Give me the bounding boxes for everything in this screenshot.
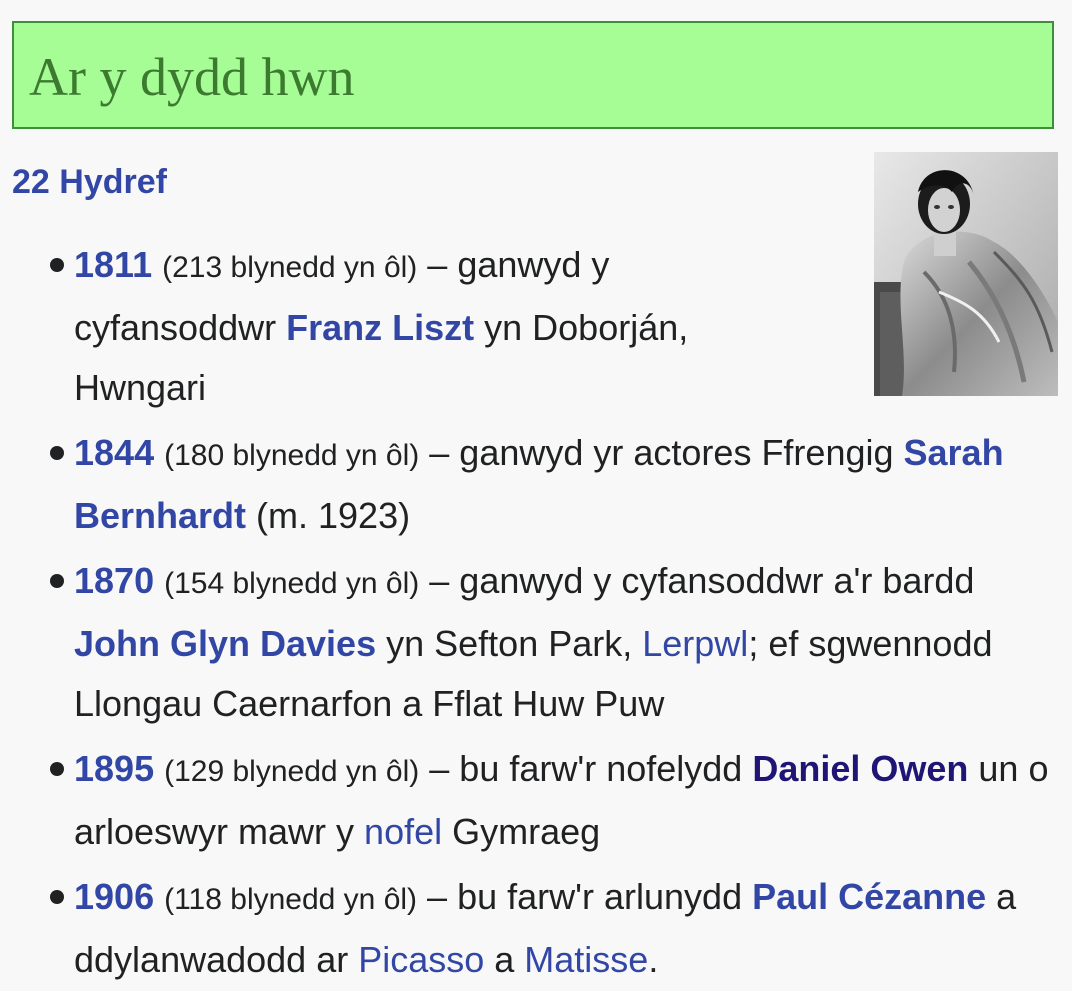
event-text: (m. 1923) xyxy=(246,495,411,536)
event-text: yn Sefton Park, xyxy=(376,623,643,664)
list-item: 1844 (180 blynedd yn ôl) – ganwyd yr act… xyxy=(46,423,1066,546)
years-ago-text: (180 blynedd yn ôl) xyxy=(164,439,420,472)
bullet-icon xyxy=(50,446,64,460)
event-text: a xyxy=(484,939,525,980)
events-list: 1811 (213 blynedd yn ôl) – ganwyd y cyfa… xyxy=(46,235,1066,991)
years-ago-text: (129 blynedd yn ôl) xyxy=(164,755,420,788)
event-text: – ganwyd y cyfansoddwr a'r bardd xyxy=(419,560,975,601)
year-link[interactable]: 1811 xyxy=(74,244,152,285)
person-link-daniel-owen[interactable]: Daniel Owen xyxy=(752,748,968,789)
person-link-paul-cezanne[interactable]: Paul Cézanne xyxy=(752,876,986,917)
person-link-picasso[interactable]: Picasso xyxy=(358,939,484,980)
list-item: 1811 (213 blynedd yn ôl) – ganwyd y cyfa… xyxy=(46,235,764,418)
years-ago-text: (154 blynedd yn ôl) xyxy=(164,567,420,600)
years-ago-text: (118 blynedd yn ôl) xyxy=(164,883,418,916)
event-text: Gymraeg xyxy=(442,811,601,852)
section-header: Ar y dydd hwn xyxy=(12,21,1054,129)
bullet-icon xyxy=(50,258,64,272)
event-text: – bu farw'r nofelydd xyxy=(419,748,753,789)
year-link[interactable]: 1844 xyxy=(74,432,154,473)
list-item: 1895 (129 blynedd yn ôl) – bu farw'r nof… xyxy=(46,739,1066,862)
year-link[interactable]: 1895 xyxy=(74,748,154,789)
bullet-icon xyxy=(50,574,64,588)
bullet-icon xyxy=(50,890,64,904)
person-link-john-glyn-davies[interactable]: John Glyn Davies xyxy=(74,623,376,664)
list-item: 1906 (118 blynedd yn ôl) – bu farw'r arl… xyxy=(46,867,1066,990)
person-link-matisse[interactable]: Matisse xyxy=(524,939,648,980)
event-text: – ganwyd yr actores Ffrengig xyxy=(419,432,904,473)
place-link-lerpwl[interactable]: Lerpwl xyxy=(642,623,748,664)
topic-link-nofel[interactable]: nofel xyxy=(364,811,442,852)
year-link[interactable]: 1906 xyxy=(74,876,154,917)
event-text: . xyxy=(648,939,659,980)
person-link-franz-liszt[interactable]: Franz Liszt xyxy=(286,307,474,348)
list-item: 1870 (154 blynedd yn ôl) – ganwyd y cyfa… xyxy=(46,551,1066,734)
event-text: – bu farw'r arlunydd xyxy=(417,876,753,917)
date-link[interactable]: 22 Hydref xyxy=(12,160,167,204)
year-link[interactable]: 1870 xyxy=(74,560,154,601)
bullet-icon xyxy=(50,762,64,776)
section-title: Ar y dydd hwn xyxy=(29,47,355,107)
years-ago-text: (213 blynedd yn ôl) xyxy=(162,251,418,284)
